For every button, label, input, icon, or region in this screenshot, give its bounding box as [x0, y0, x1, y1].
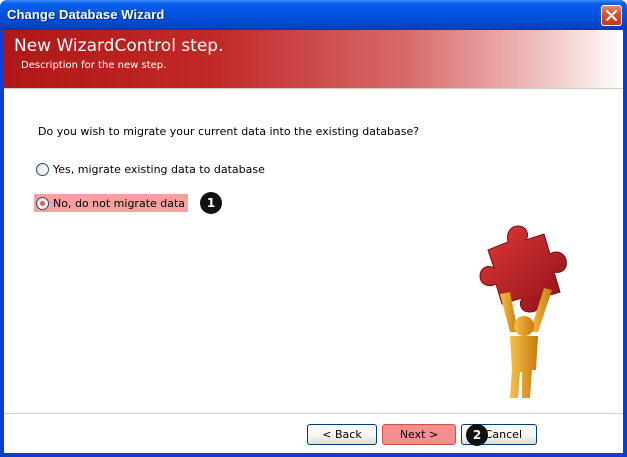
back-button[interactable]: < Back — [307, 424, 377, 445]
step-header-banner: New WizardControl step. Description for … — [4, 30, 623, 88]
window-title: Change Database Wizard — [7, 7, 165, 22]
step-description: Description for the new step. — [21, 60, 167, 71]
radio-button-checked[interactable] — [36, 196, 49, 210]
radio-no-migrate[interactable]: No, do not migrate data — [34, 194, 189, 212]
radio-button-unchecked[interactable] — [36, 163, 49, 176]
radio-label-yes: Yes, migrate existing data to database — [53, 163, 265, 176]
radio-label-no: No, do not migrate data — [53, 196, 186, 210]
wizard-client-area: New WizardControl step. Description for … — [4, 30, 623, 453]
wizard-window: Change Database Wizard New WizardControl… — [0, 0, 627, 457]
footer-divider — [4, 413, 623, 414]
next-button[interactable]: Next > — [382, 424, 456, 445]
close-button[interactable] — [601, 5, 622, 26]
puzzle-figure-illustration — [479, 225, 567, 398]
title-bar[interactable]: Change Database Wizard — [0, 0, 627, 30]
migration-question: Do you wish to migrate your current data… — [38, 125, 420, 138]
step-title: New WizardControl step. — [14, 36, 224, 56]
callout-badge-1: 1 — [200, 192, 222, 214]
callout-badge-2: 2 — [466, 424, 488, 446]
radio-yes-migrate[interactable]: Yes, migrate existing data to database — [36, 161, 265, 178]
header-divider — [4, 88, 623, 89]
close-icon — [606, 10, 617, 21]
puzzle-piece-icon — [479, 225, 567, 313]
